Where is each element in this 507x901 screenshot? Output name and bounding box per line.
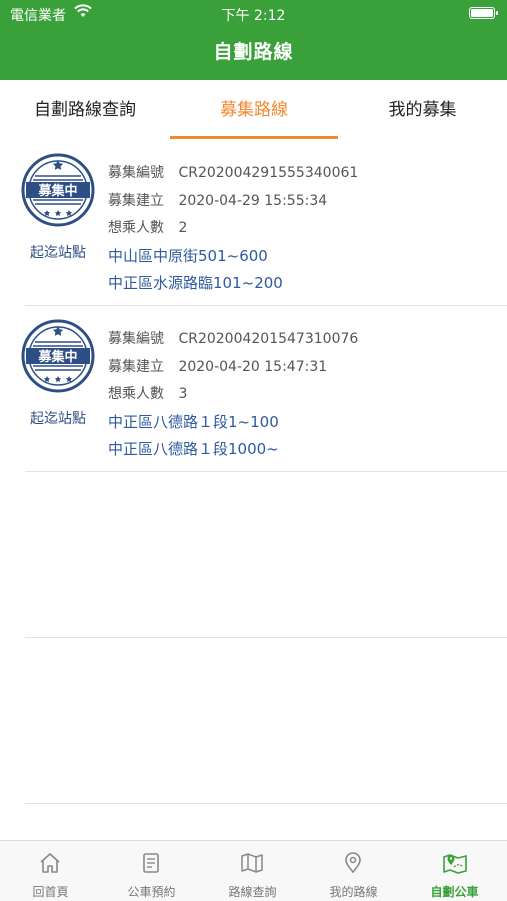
riders-value: 2	[178, 220, 188, 236]
ticket-icon	[143, 853, 159, 873]
active-tab-indicator	[170, 136, 338, 139]
stops-link[interactable]: 起迄站點	[18, 408, 98, 428]
divider	[25, 471, 507, 472]
riders-label: 想乘人數	[108, 386, 164, 402]
status-bar: 電信業者 下午 2:12	[0, 0, 507, 28]
bottom-tab-label: 我的路線	[329, 885, 378, 899]
route-map-icon	[443, 854, 467, 874]
origin-stop: 中正區八德路１段1~100	[108, 413, 279, 431]
created-row: 募集建立 2020-04-29 15:55:34	[108, 190, 327, 210]
divider	[25, 803, 507, 804]
clock: 下午 2:12	[221, 8, 286, 24]
recruit-id-row: 募集編號 CR202004201547310076	[108, 328, 358, 348]
bottom-tab-route-search[interactable]: 路線查詢	[202, 841, 303, 901]
recruit-card[interactable]: 募集中 起迄站點 募集編號 CR202004201547310076 募集建立 …	[0, 306, 507, 472]
stops-link[interactable]: 起迄站點	[18, 242, 98, 262]
battery-icon	[469, 7, 498, 19]
bottom-tab-my-routes[interactable]: 我的路線	[303, 841, 404, 901]
location-pin-icon	[345, 852, 361, 874]
tab-route-query[interactable]: 自劃路線查詢	[0, 80, 170, 140]
recruit-id-label: 募集編號	[108, 331, 164, 347]
nav-bar: 自劃路線	[0, 28, 507, 80]
bottom-tab-custom-bus[interactable]: 自劃公車	[404, 841, 505, 901]
recruit-id-value: CR202004291555340061	[178, 165, 359, 181]
created-row: 募集建立 2020-04-20 15:47:31	[108, 356, 327, 376]
bottom-tab-bus-booking[interactable]: 公車預約	[101, 841, 202, 901]
destination-stop: 中正區水源路臨101~200	[108, 274, 283, 292]
tab-bar: 自劃路線查詢 募集路線 我的募集	[0, 80, 507, 140]
bottom-tab-label: 回首頁	[32, 885, 69, 899]
recruit-id-row: 募集編號 CR202004291555340061	[108, 162, 358, 182]
tab-recruit-routes[interactable]: 募集路線	[170, 80, 338, 140]
bottom-tab-bar: 回首頁 公車預約 路線查詢 我的路線 自劃公車	[0, 840, 507, 901]
bottom-tab-label: 路線查詢	[228, 885, 277, 899]
bottom-tab-label: 公車預約	[127, 885, 176, 899]
created-label: 募集建立	[108, 193, 164, 209]
recruiting-stamp-icon: 募集中	[20, 152, 96, 228]
svg-text:募集中: 募集中	[37, 349, 77, 365]
riders-label: 想乘人數	[108, 220, 164, 236]
page-title: 自劃路線	[213, 41, 294, 63]
bottom-tab-label: 自劃公車	[430, 885, 479, 899]
recruit-card[interactable]: 募集中 起迄站點 募集編號 CR202004291555340061 募集建立 …	[0, 140, 507, 306]
created-value: 2020-04-29 15:55:34	[178, 193, 328, 209]
riders-row: 想乘人數 2	[108, 217, 187, 237]
bottom-tab-home[interactable]: 回首頁	[0, 841, 101, 901]
created-label: 募集建立	[108, 359, 164, 375]
recruit-id-label: 募集編號	[108, 165, 164, 181]
riders-row: 想乘人數 3	[108, 383, 187, 403]
map-icon	[241, 853, 263, 873]
home-icon	[40, 853, 60, 873]
tab-my-recruits[interactable]: 我的募集	[338, 80, 507, 140]
created-value: 2020-04-20 15:47:31	[178, 359, 328, 375]
destination-stop: 中正區八德路１段1000~	[108, 440, 279, 458]
origin-stop: 中山區中原街501~600	[108, 247, 268, 265]
recruiting-stamp-icon: 募集中	[20, 318, 96, 394]
svg-text:募集中: 募集中	[37, 183, 77, 199]
divider	[25, 637, 507, 638]
recruit-id-value: CR202004201547310076	[178, 331, 359, 347]
riders-value: 3	[178, 386, 188, 402]
